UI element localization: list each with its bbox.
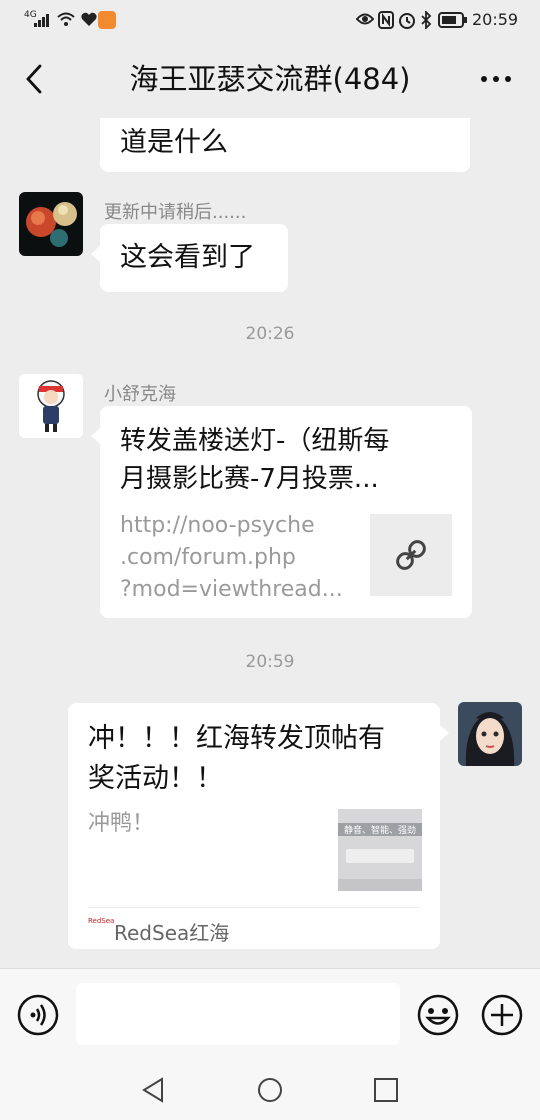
divider — [88, 907, 420, 908]
signal-icon — [34, 14, 49, 27]
message-input[interactable] — [76, 983, 400, 1045]
link-thumbnail — [370, 514, 452, 596]
more-dots-icon[interactable] — [478, 62, 514, 96]
clock: 20:59 — [472, 10, 519, 29]
source-name: RedSea红海 — [114, 921, 230, 945]
nav-home-icon[interactable] — [256, 1076, 284, 1104]
message-bubble[interactable]: 这会看到了 — [91, 224, 288, 292]
source-logo: RedSea — [88, 917, 115, 925]
system-nav-bar — [0, 1056, 540, 1120]
nfc-icon — [378, 11, 394, 29]
message-bubble[interactable]: 道是什么 — [100, 118, 470, 172]
avatar[interactable] — [19, 374, 83, 438]
voice-icon[interactable] — [16, 993, 60, 1037]
share-card[interactable]: 冲！！！红海转发顶帖有 奖活动！！ 冲鸭！ 静音、智能、强劲 RedSea Re… — [68, 703, 449, 949]
link-icon — [396, 540, 426, 570]
app-notification-icon — [98, 11, 116, 29]
timestamp: 20:26 — [245, 324, 295, 344]
nav-back-icon[interactable] — [140, 1076, 168, 1104]
emoji-icon[interactable] — [416, 993, 460, 1037]
share-thumbnail: 静音、智能、强劲 — [338, 809, 422, 891]
alarm-icon — [399, 13, 415, 29]
share-title: 冲！！！红海转发顶帖有 奖活动！！ — [88, 723, 385, 794]
nav-recents-icon[interactable] — [372, 1076, 400, 1104]
eye-icon — [356, 13, 374, 25]
title-bar: 海王亚瑟交流群(484) — [0, 40, 540, 118]
sender-name: 更新中请稍后...... — [104, 202, 247, 223]
battery-icon — [438, 12, 467, 28]
avatar[interactable] — [458, 702, 522, 766]
page-title: 海王亚瑟交流群(484) — [129, 62, 411, 96]
message-text: 这会看到了 — [120, 242, 255, 273]
heart-icon — [81, 12, 97, 26]
status-bar: 4G 20:59 — [0, 0, 540, 40]
link-url: http://noo-psyche .com/forum.php ?mod=vi… — [120, 513, 343, 602]
wifi-icon — [57, 12, 75, 26]
plus-icon[interactable] — [480, 993, 524, 1037]
bluetooth-icon — [421, 11, 432, 29]
link-title: 转发盖楼送灯-（纽斯每 月摄影比赛-7月投票... — [120, 426, 390, 494]
share-description: 冲鸭！ — [88, 811, 155, 836]
link-card[interactable]: 转发盖楼送灯-（纽斯每 月摄影比赛-7月投票... http://noo-psy… — [91, 406, 472, 618]
timestamp: 20:59 — [245, 652, 295, 672]
message-text: 道是什么 — [120, 127, 228, 158]
chat-area[interactable]: 道是什么 更新中请稍后...... 这会看到了 20:26 小舒克海 转发盖楼送… — [0, 118, 540, 968]
input-bar — [0, 968, 540, 1057]
sender-name: 小舒克海 — [104, 384, 176, 405]
avatar[interactable] — [19, 192, 83, 256]
